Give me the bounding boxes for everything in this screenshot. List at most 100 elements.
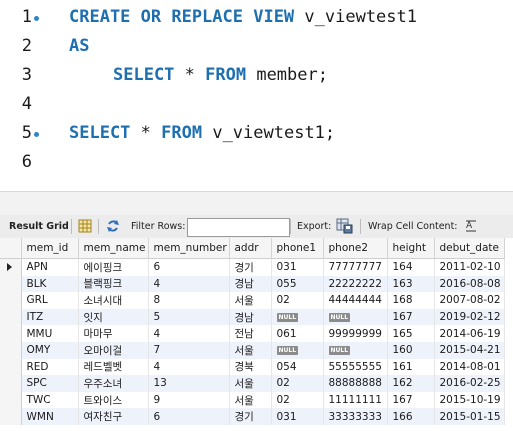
- table-cell[interactable]: 소녀시대: [78, 292, 149, 309]
- table-row[interactable]: RED 레드벨벳 4 경북 054 55555555 161 2014-08-01: [0, 358, 505, 376]
- table-row[interactable]: GRL 소녀시대 8 서울 02 44444444 168 2007-08-02: [0, 292, 505, 309]
- row-selector[interactable]: [0, 408, 22, 425]
- column-header[interactable]: phone1: [271, 238, 324, 259]
- table-cell[interactable]: 55555555: [323, 358, 388, 376]
- result-grid-tab[interactable]: Result Grid: [9, 215, 69, 238]
- table-cell[interactable]: 22222222: [323, 275, 388, 293]
- table-cell[interactable]: 경기: [229, 408, 272, 425]
- table-cell[interactable]: 서울: [229, 292, 272, 309]
- column-header[interactable]: mem_number: [148, 238, 230, 259]
- table-row[interactable]: APN 에이핑크 6 경기 031 77777777 164 2011-02-10: [0, 258, 505, 276]
- table-cell[interactable]: 166: [387, 408, 435, 425]
- table-cell[interactable]: 경북: [229, 358, 272, 376]
- table-cell[interactable]: 2011-02-10: [434, 258, 505, 276]
- row-selector[interactable]: [0, 358, 22, 376]
- table-cell[interactable]: 02: [271, 375, 324, 392]
- column-header[interactable]: mem_id: [21, 238, 79, 259]
- table-cell[interactable]: 167: [387, 391, 435, 409]
- row-selector[interactable]: [0, 275, 22, 293]
- table-row[interactable]: OMY 오마이걸 7 서울 NULL NULL 160 2015-04-21: [0, 341, 505, 359]
- table-cell[interactable]: RED: [21, 358, 79, 376]
- table-cell[interactable]: 2019-02-12: [434, 308, 505, 326]
- table-cell[interactable]: 서울: [229, 341, 272, 359]
- row-selector-header[interactable]: [0, 238, 22, 259]
- row-selector[interactable]: [0, 308, 22, 326]
- table-cell[interactable]: 마마무: [78, 325, 149, 342]
- table-cell[interactable]: 오마이걸: [78, 341, 149, 359]
- table-cell[interactable]: ITZ: [21, 308, 79, 326]
- row-selector[interactable]: [0, 292, 22, 309]
- table-cell[interactable]: 161: [387, 358, 435, 376]
- table-cell[interactable]: 162: [387, 375, 435, 392]
- table-cell[interactable]: 4: [148, 325, 230, 342]
- table-cell[interactable]: 6: [148, 258, 230, 276]
- table-cell[interactable]: 잇지: [78, 308, 149, 326]
- table-cell[interactable]: 2015-10-19: [434, 391, 505, 409]
- table-cell[interactable]: 13: [148, 375, 230, 392]
- column-header[interactable]: height: [387, 238, 435, 259]
- table-cell[interactable]: 054: [271, 358, 324, 376]
- null-cell[interactable]: NULL: [323, 308, 388, 326]
- table-cell[interactable]: 031: [271, 258, 324, 276]
- table-cell[interactable]: 88888888: [323, 375, 388, 392]
- table-cell[interactable]: TWC: [21, 391, 79, 409]
- result-grid[interactable]: mem_id mem_name mem_number addr phone1 p…: [0, 238, 513, 431]
- table-cell[interactable]: 2016-08-08: [434, 275, 505, 293]
- table-cell[interactable]: OMY: [21, 341, 79, 359]
- table-cell[interactable]: 165: [387, 325, 435, 342]
- table-cell[interactable]: 4: [148, 358, 230, 376]
- table-cell[interactable]: SPC: [21, 375, 79, 392]
- table-cell[interactable]: 168: [387, 292, 435, 309]
- table-cell[interactable]: 11111111: [323, 391, 388, 409]
- row-selector[interactable]: [0, 375, 22, 392]
- table-cell[interactable]: 4: [148, 275, 230, 293]
- table-cell[interactable]: 서울: [229, 391, 272, 409]
- table-cell[interactable]: 02: [271, 391, 324, 409]
- table-cell[interactable]: 에이핑크: [78, 258, 149, 276]
- table-cell[interactable]: 2015-04-21: [434, 341, 505, 359]
- column-header[interactable]: phone2: [323, 238, 388, 259]
- table-cell[interactable]: 서울: [229, 375, 272, 392]
- table-cell[interactable]: 경남: [229, 308, 272, 326]
- table-cell[interactable]: 160: [387, 341, 435, 359]
- table-cell[interactable]: 레드벨벳: [78, 358, 149, 376]
- sql-editor[interactable]: 1 CREATE OR REPLACE VIEW v_viewtest1 2 A…: [0, 0, 513, 186]
- table-row[interactable]: WMN 여자친구 6 경기 031 33333333 166 2015-01-15: [0, 408, 505, 425]
- table-cell[interactable]: 5: [148, 308, 230, 326]
- table-cell[interactable]: 7: [148, 341, 230, 359]
- table-cell[interactable]: 77777777: [323, 258, 388, 276]
- column-header[interactable]: addr: [229, 238, 272, 259]
- table-cell[interactable]: 트와이스: [78, 391, 149, 409]
- row-selector[interactable]: [0, 391, 22, 409]
- row-selector[interactable]: [0, 325, 22, 342]
- table-cell[interactable]: 055: [271, 275, 324, 293]
- table-cell[interactable]: 164: [387, 258, 435, 276]
- null-cell[interactable]: NULL: [323, 341, 388, 359]
- table-row[interactable]: BLK 블랙핑크 4 경남 055 22222222 163 2016-08-08: [0, 275, 505, 293]
- row-selector[interactable]: [0, 258, 22, 276]
- table-cell[interactable]: WMN: [21, 408, 79, 425]
- table-row[interactable]: TWC 트와이스 9 서울 02 11111111 167 2015-10-19: [0, 391, 505, 409]
- table-cell[interactable]: 여자친구: [78, 408, 149, 425]
- row-selector[interactable]: [0, 341, 22, 359]
- export-icon[interactable]: [336, 218, 353, 234]
- table-cell[interactable]: 경남: [229, 275, 272, 293]
- table-cell[interactable]: 2016-02-25: [434, 375, 505, 392]
- table-cell[interactable]: 031: [271, 408, 324, 425]
- table-cell[interactable]: 33333333: [323, 408, 388, 425]
- table-row[interactable]: SPC 우주소녀 13 서울 02 88888888 162 2016-02-25: [0, 375, 505, 392]
- wrap-text-icon[interactable]: A: [465, 219, 477, 233]
- table-cell[interactable]: 전남: [229, 325, 272, 342]
- table-cell[interactable]: 우주소녀: [78, 375, 149, 392]
- panel-splitter[interactable]: [0, 191, 513, 217]
- table-cell[interactable]: BLK: [21, 275, 79, 293]
- column-header[interactable]: mem_name: [78, 238, 149, 259]
- table-cell[interactable]: 99999999: [323, 325, 388, 342]
- table-cell[interactable]: 경기: [229, 258, 272, 276]
- table-row[interactable]: ITZ 잇지 5 경남 NULL NULL 167 2019-02-12: [0, 308, 505, 326]
- null-cell[interactable]: NULL: [271, 341, 324, 359]
- table-cell[interactable]: 8: [148, 292, 230, 309]
- table-cell[interactable]: 6: [148, 408, 230, 425]
- grid-form-icon[interactable]: [78, 219, 92, 233]
- table-cell[interactable]: 2007-08-02: [434, 292, 505, 309]
